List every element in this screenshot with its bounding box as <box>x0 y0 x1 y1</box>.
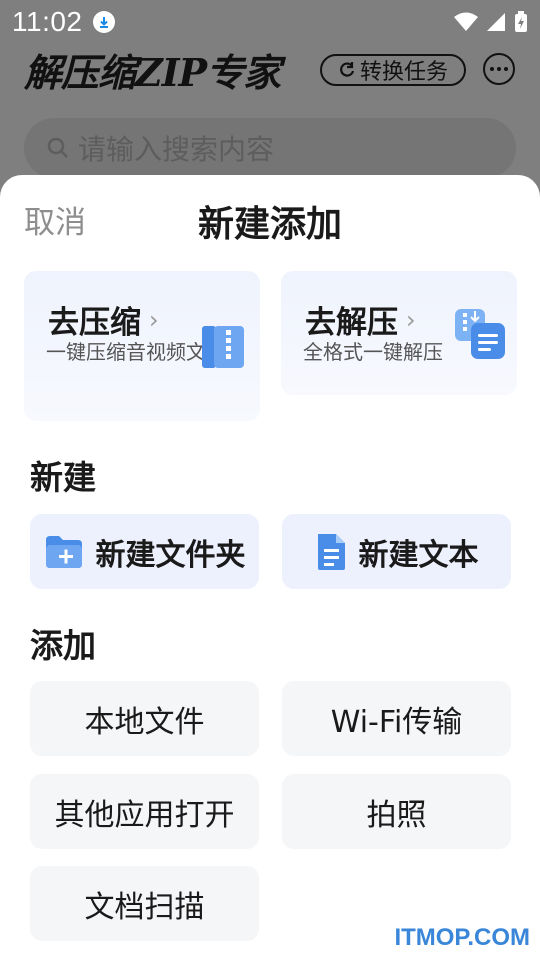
new-add-sheet: 取消 新建添加 去压缩 › 一键压缩音视频文 去解压 › 全格式一键解压 新建 … <box>0 175 540 960</box>
take-photo-button[interactable]: 拍照 <box>282 774 511 849</box>
more-button[interactable] <box>483 53 515 85</box>
status-icons <box>454 11 528 33</box>
sheet-title: 新建添加 <box>197 204 342 245</box>
search-placeholder: 请输入搜索内容 <box>78 133 275 166</box>
new-section-title: 新建 <box>30 458 96 497</box>
more-dot-icon <box>490 67 494 71</box>
decompress-card-title: 去解压 <box>305 305 398 341</box>
new-folder-icon <box>45 535 82 568</box>
status-bar: 11:02 <box>0 0 540 44</box>
compress-card[interactable]: 去压缩 › 一键压缩音视频文 <box>24 271 260 421</box>
document-scan-button[interactable]: 文档扫描 <box>30 866 259 941</box>
new-text-label: 新建文本 <box>358 537 479 573</box>
signal-icon <box>487 13 505 31</box>
decompress-card-title-row: 去解压 › <box>305 297 416 342</box>
local-file-button[interactable]: 本地文件 <box>30 681 259 756</box>
compress-card-title: 去压缩 <box>48 305 141 341</box>
zip-book-icon <box>202 326 244 368</box>
convert-task-label: 转换任务 <box>359 60 448 85</box>
app-title: 解压缩ZIP专家 <box>24 50 281 95</box>
status-time: 11:02 <box>12 6 83 37</box>
open-other-app-button[interactable]: 其他应用打开 <box>30 774 259 849</box>
compress-card-description: 一键压缩音视频文 <box>46 340 206 364</box>
decompress-card[interactable]: 去解压 › 全格式一键解压 <box>281 271 517 395</box>
unzip-file-icon <box>455 309 505 359</box>
refresh-icon <box>340 62 355 77</box>
download-icon <box>92 11 115 33</box>
search-input[interactable]: 请输入搜索内容 <box>24 118 516 178</box>
new-text-icon <box>317 533 345 570</box>
more-dot-icon <box>504 67 508 71</box>
add-section-title: 添加 <box>30 626 96 665</box>
wifi-transfer-button[interactable]: Wi-Fi传输 <box>282 681 511 756</box>
new-folder-button[interactable]: 新建文件夹 <box>30 514 259 589</box>
convert-task-button[interactable]: 转换任务 <box>320 54 466 86</box>
new-folder-label: 新建文件夹 <box>95 537 246 573</box>
more-dot-icon <box>497 67 501 71</box>
chevron-right-icon: › <box>406 305 416 334</box>
compress-card-title-row: 去压缩 › <box>48 297 159 342</box>
search-icon <box>47 137 68 158</box>
wifi-icon <box>454 12 478 31</box>
watermark: ITMOP.COM <box>394 924 530 951</box>
battery-icon <box>515 11 527 32</box>
new-text-button[interactable]: 新建文本 <box>282 514 511 589</box>
chevron-right-icon: › <box>149 305 159 334</box>
